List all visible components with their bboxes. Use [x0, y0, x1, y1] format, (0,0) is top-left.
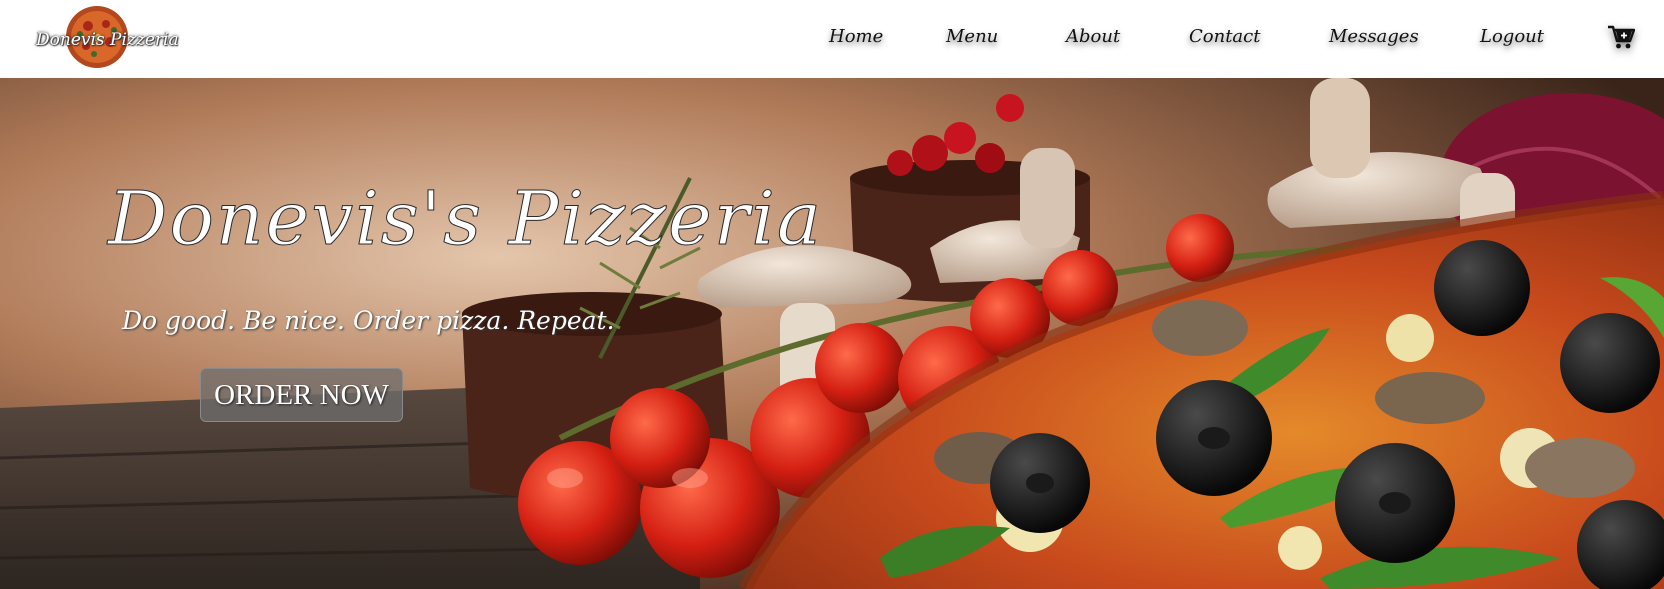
nav-home[interactable]: Home	[829, 26, 883, 47]
hero-title: Donevis's Pizzeria	[107, 176, 824, 263]
order-now-button[interactable]: ORDER NOW	[200, 368, 403, 422]
nav-menu[interactable]: Menu	[946, 26, 998, 47]
hero-tagline: Do good. Be nice. Order pizza. Repeat.	[122, 306, 615, 335]
nav-contact[interactable]: Contact	[1189, 26, 1260, 47]
nav-logout[interactable]: Logout	[1480, 26, 1544, 47]
site-header: Donevis Pizzeria Home Menu About Contact…	[0, 0, 1664, 78]
nav-about[interactable]: About	[1066, 26, 1120, 47]
cart-plus-icon[interactable]	[1607, 24, 1635, 50]
brand-logo-text: Donevis Pizzeria	[36, 30, 179, 50]
nav-messages[interactable]: Messages	[1329, 26, 1419, 47]
hero-banner: Donevis's Pizzeria Do good. Be nice. Ord…	[0, 78, 1664, 589]
brand-logo[interactable]: Donevis Pizzeria	[34, 4, 179, 72]
